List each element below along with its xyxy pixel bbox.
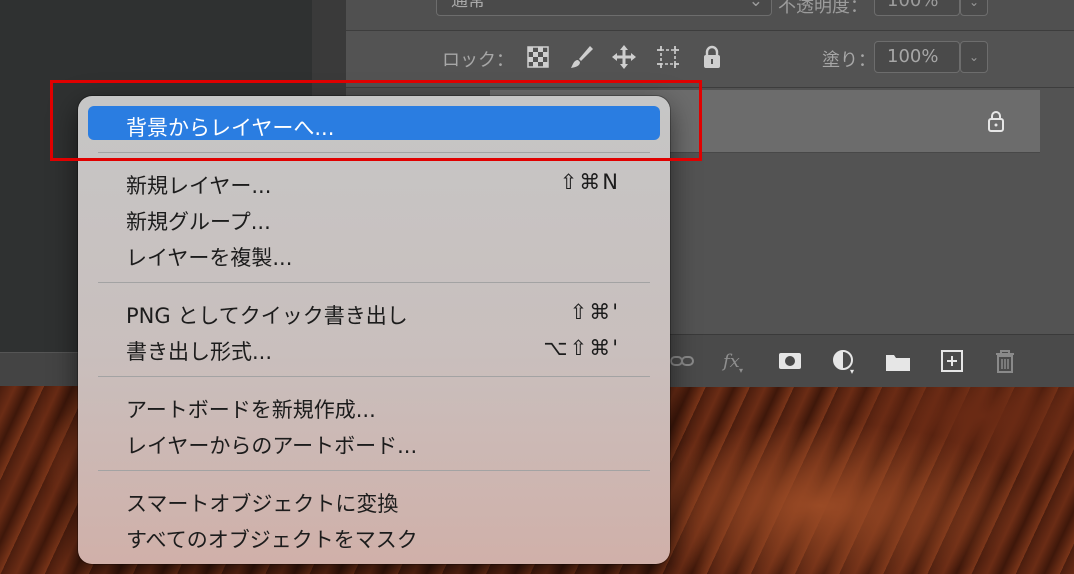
svg-text:▾: ▾	[850, 367, 854, 375]
fx-icon[interactable]: fx ▾	[720, 347, 748, 375]
menu-item-convert-smart-object[interactable]: スマートオブジェクトに変換	[88, 482, 660, 516]
menu-separator	[98, 282, 650, 283]
checkerboard-lock-icon[interactable]	[524, 43, 552, 71]
menu-item-shortcut: ⇧⌘N	[559, 170, 620, 194]
opacity-dropdown-button[interactable]: ⌄	[960, 0, 988, 16]
menu-item-new-group[interactable]: 新規グループ...	[88, 200, 660, 234]
menu-item-export-as[interactable]: 書き出し形式... ⌥⇧⌘'	[88, 330, 660, 364]
blend-mode-value: 通常	[451, 0, 485, 11]
trash-icon[interactable]	[991, 347, 1019, 375]
brush-lock-icon[interactable]	[568, 43, 596, 71]
menu-item-label: スマートオブジェクトに変換	[126, 492, 399, 516]
svg-text:▾: ▾	[739, 366, 743, 375]
lock-label: ロック：	[442, 50, 514, 71]
menu-item-duplicate-layer[interactable]: レイヤーを複製...	[88, 236, 660, 270]
blend-mode-select[interactable]: 通常 ⌄	[436, 0, 772, 16]
fill-dropdown-button[interactable]: ⌄	[960, 41, 988, 73]
svg-text:fx: fx	[721, 351, 740, 372]
chevron-down-icon: ⌄	[748, 0, 763, 11]
menu-item-label: レイヤーを複製...	[126, 246, 293, 270]
annotation-highlight-box	[50, 80, 702, 161]
menu-item-label: アートボードを新規作成...	[126, 398, 376, 422]
layer-lock-icon	[988, 111, 1004, 132]
layers-panel-header: 通常 ⌄ 不透明度： 100% ⌄	[346, 0, 1074, 31]
mask-icon[interactable]	[776, 347, 804, 375]
menu-separator	[98, 470, 650, 471]
new-layer-icon[interactable]	[938, 347, 966, 375]
layer-context-menu: 背景からレイヤーへ... 新規レイヤー... ⇧⌘N 新規グループ... レイヤ…	[78, 96, 670, 564]
menu-separator	[98, 376, 650, 377]
menu-item-label: 新規レイヤー...	[126, 174, 272, 198]
menu-item-label: レイヤーからのアートボード...	[126, 434, 418, 458]
fill-label: 塗り：	[822, 50, 876, 71]
link-icon[interactable]	[668, 347, 696, 375]
menu-item-label: すべてのオブジェクトをマスク	[126, 528, 418, 552]
move-lock-icon[interactable]	[610, 43, 638, 71]
opacity-field[interactable]: 100%	[874, 0, 960, 16]
menu-item-shortcut: ⇧⌘'	[569, 300, 620, 324]
menu-item-shortcut: ⌥⇧⌘'	[543, 336, 620, 360]
fill-field[interactable]: 100%	[874, 41, 960, 73]
folder-icon[interactable]	[884, 347, 912, 375]
opacity-label: 不透明度：	[778, 0, 868, 17]
menu-item-label: 書き出し形式...	[126, 340, 273, 364]
menu-item-artboard-from-layers[interactable]: レイヤーからのアートボード...	[88, 424, 660, 458]
menu-item-new-artboard[interactable]: アートボードを新規作成...	[88, 388, 660, 422]
artboard-lock-icon[interactable]	[654, 43, 682, 71]
menu-item-new-layer[interactable]: 新規レイヤー... ⇧⌘N	[88, 164, 660, 198]
adjustment-icon[interactable]: ▾	[830, 347, 858, 375]
menu-item-quick-export-png[interactable]: PNG としてクイック書き出し ⇧⌘'	[88, 294, 660, 328]
menu-item-mask-all-objects[interactable]: すべてのオブジェクトをマスク	[88, 518, 660, 552]
padlock-icon[interactable]	[698, 43, 726, 71]
menu-item-label: PNG としてクイック書き出し	[126, 304, 408, 328]
menu-item-label: 新規グループ...	[126, 210, 271, 234]
